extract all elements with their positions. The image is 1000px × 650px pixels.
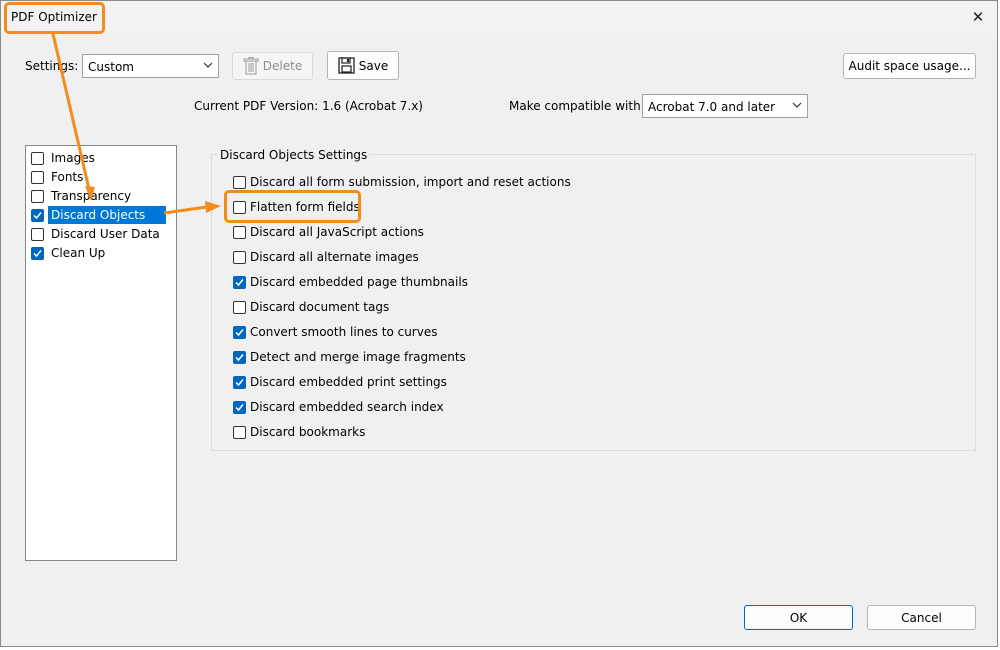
annotation-arrows xyxy=(51,33,221,215)
arrow-line xyxy=(163,205,208,215)
pdf-optimizer-dialog: PDF Optimizer ✕ Settings: Custom Delete … xyxy=(0,0,998,647)
arrow-line xyxy=(51,33,91,190)
arrow-head xyxy=(85,186,95,201)
arrow-head xyxy=(205,201,221,213)
